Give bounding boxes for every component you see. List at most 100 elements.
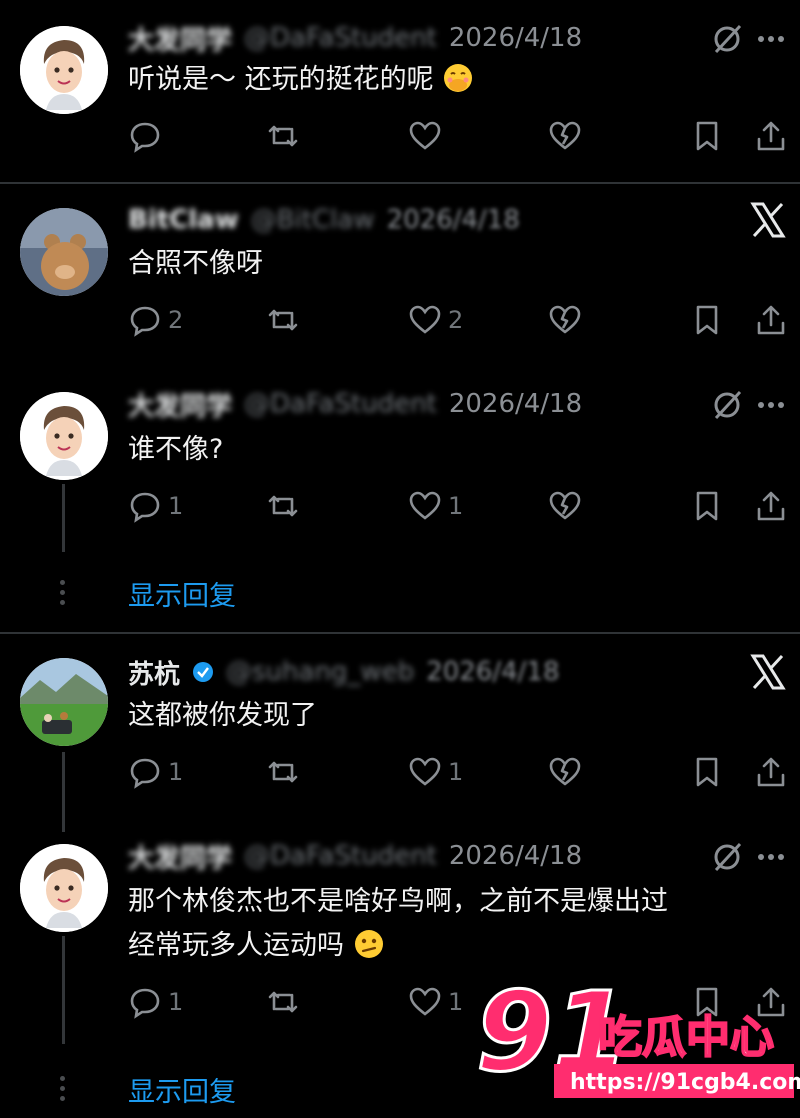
- heart-icon: [409, 757, 441, 786]
- tweet-text: 这都被你发现了: [128, 700, 317, 731]
- dislike-button[interactable]: [548, 116, 582, 156]
- author-name[interactable]: 大发同学: [128, 386, 232, 423]
- confused-face-icon: [354, 930, 383, 958]
- author-name[interactable]: 大发同学: [128, 20, 232, 57]
- reply-button[interactable]: 1: [128, 752, 183, 792]
- share-icon: [757, 491, 785, 521]
- retweet-icon: [268, 761, 298, 783]
- like-button[interactable]: 2: [408, 300, 463, 340]
- heart-icon: [409, 305, 441, 334]
- retweet-button[interactable]: [266, 982, 300, 1022]
- show-replies-link[interactable]: 显示回复: [128, 574, 236, 613]
- hidden-reply-icon[interactable]: [710, 22, 744, 56]
- bookmark-button[interactable]: [690, 486, 724, 526]
- retweet-icon: [268, 991, 298, 1013]
- broken-heart-icon: [549, 121, 581, 150]
- broken-heart-icon: [549, 491, 581, 520]
- bookmark-button[interactable]: [690, 752, 724, 792]
- reply-count: 1: [168, 492, 184, 520]
- divider: [0, 632, 800, 634]
- show-replies-link[interactable]: 显示回复: [128, 1070, 236, 1109]
- reply-button[interactable]: [128, 116, 168, 156]
- divider: [0, 182, 800, 184]
- bookmark-button[interactable]: [690, 116, 724, 156]
- avatar-cartoon-boy[interactable]: [20, 392, 108, 480]
- author-name[interactable]: 大发同学: [128, 838, 232, 875]
- face-with-hand-over-mouth-icon: [444, 64, 473, 92]
- bookmark-icon: [696, 757, 718, 787]
- author-handle[interactable]: @BitClaw: [251, 205, 375, 235]
- reply-button[interactable]: 1: [128, 982, 183, 1022]
- like-count: 1: [448, 492, 464, 520]
- share-button[interactable]: [754, 116, 788, 156]
- retweet-icon: [268, 309, 298, 331]
- author-name[interactable]: BitClaw: [128, 205, 239, 235]
- tweet-text: 听说是～ 还玩的挺花的呢: [128, 58, 768, 102]
- bookmark-icon: [696, 305, 718, 335]
- avatar-bear-plush[interactable]: [20, 208, 108, 296]
- retweet-button[interactable]: [266, 486, 300, 526]
- share-button[interactable]: [754, 300, 788, 340]
- hidden-reply-icon[interactable]: [710, 840, 744, 874]
- reply-button[interactable]: 2: [128, 300, 183, 340]
- retweet-button[interactable]: [266, 116, 300, 156]
- dislike-button[interactable]: [548, 300, 582, 340]
- author-handle[interactable]: @DaFaStudent: [244, 389, 437, 419]
- avatar-cartoon-boy[interactable]: [20, 844, 108, 932]
- share-icon: [757, 305, 785, 335]
- post-date: 2026/4/18: [448, 23, 583, 53]
- like-button[interactable]: 1: [408, 982, 463, 1022]
- share-button[interactable]: [754, 752, 788, 792]
- watermark-url: https://91cgb4.com: [570, 1070, 800, 1095]
- author-handle[interactable]: @suhang_web: [226, 657, 414, 687]
- hidden-reply-icon[interactable]: [710, 388, 744, 422]
- watermark-brand: 吃瓜中心: [598, 1012, 774, 1063]
- like-count: 2: [448, 306, 464, 334]
- thread-dots: [60, 1076, 66, 1106]
- post-date: 2026/4/18: [448, 389, 583, 419]
- share-button[interactable]: [754, 486, 788, 526]
- retweet-button[interactable]: [266, 752, 300, 792]
- retweet-icon: [268, 125, 298, 147]
- reply-icon: [130, 758, 160, 789]
- tweet-text: 谁不像?: [128, 434, 224, 465]
- thread-dots: [60, 580, 66, 610]
- heart-icon: [409, 491, 441, 520]
- reply-button[interactable]: 1: [128, 486, 183, 526]
- reply-icon: [130, 492, 160, 523]
- bookmark-icon: [696, 121, 718, 151]
- x-logo-icon[interactable]: [748, 200, 788, 240]
- reply-count: 1: [168, 758, 184, 786]
- broken-heart-icon: [549, 757, 581, 786]
- author-handle[interactable]: @DaFaStudent: [244, 23, 437, 53]
- heart-icon: [409, 987, 441, 1016]
- more-options-icon[interactable]: [756, 34, 786, 44]
- retweet-icon: [268, 495, 298, 517]
- retweet-button[interactable]: [266, 300, 300, 340]
- like-button[interactable]: 1: [408, 486, 463, 526]
- like-button[interactable]: 1: [408, 752, 463, 792]
- post-date: 2026/4/18: [426, 657, 560, 687]
- thread-line: [62, 752, 65, 832]
- broken-heart-icon: [549, 305, 581, 334]
- dislike-button[interactable]: [548, 752, 582, 792]
- more-options-icon[interactable]: [756, 852, 786, 862]
- dislike-button[interactable]: [548, 486, 582, 526]
- x-logo-icon[interactable]: [748, 652, 788, 692]
- avatar-landscape[interactable]: [20, 658, 108, 746]
- post-date: 2026/4/18: [448, 841, 583, 871]
- author-name[interactable]: 苏杭: [128, 654, 180, 691]
- thread-line: [62, 484, 65, 552]
- avatar-cartoon-boy[interactable]: [20, 26, 108, 114]
- post-date: 2026/4/18: [386, 205, 520, 235]
- bookmark-button[interactable]: [690, 300, 724, 340]
- more-options-icon[interactable]: [756, 400, 786, 410]
- tweet-text: 那个林俊杰也不是啥好鸟啊，之前不是爆出过 经常玩多人运动吗: [128, 886, 668, 961]
- like-count: 1: [448, 988, 464, 1016]
- reply-icon: [130, 122, 160, 153]
- verified-badge-icon: [193, 662, 214, 682]
- bookmark-icon: [696, 491, 718, 521]
- like-button[interactable]: [408, 116, 448, 156]
- reply-count: 2: [168, 306, 184, 334]
- author-handle[interactable]: @DaFaStudent: [244, 841, 437, 871]
